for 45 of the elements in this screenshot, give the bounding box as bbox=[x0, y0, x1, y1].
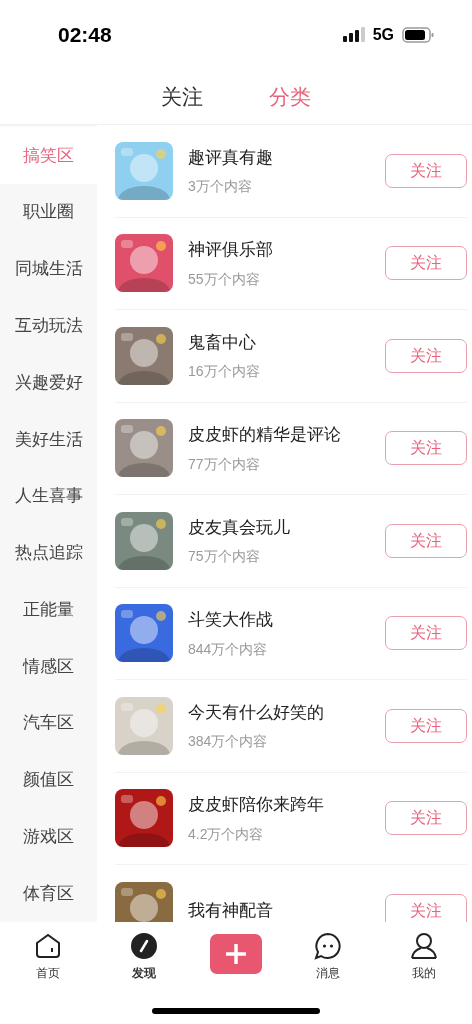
topic-name: 鬼畜中心 bbox=[188, 331, 257, 354]
topic-name: 皮皮虾的精华是评论 bbox=[188, 424, 342, 446]
sidebar-item[interactable]: 互动玩法 bbox=[0, 297, 97, 355]
compass-icon bbox=[130, 932, 158, 960]
content-count: 75万个内容 bbox=[188, 547, 261, 566]
sidebar-item[interactable]: 情感区 bbox=[0, 638, 97, 695]
topic-name: 神评俱乐部 bbox=[188, 239, 274, 261]
topic-name: 皮友真会玩儿 bbox=[188, 516, 291, 539]
clock: 02:48 bbox=[58, 22, 112, 49]
message-icon bbox=[314, 932, 342, 960]
topic-name: 今天有什么好笑的 bbox=[188, 701, 325, 724]
sidebar-item[interactable]: 美好生活 bbox=[0, 410, 97, 468]
topic-name: 我有神配音 bbox=[188, 900, 274, 922]
sidebar-item[interactable]: 人生喜事 bbox=[0, 467, 97, 525]
content-count: 77万个内容 bbox=[188, 454, 261, 474]
add-button[interactable] bbox=[210, 934, 262, 974]
sidebar-item[interactable]: 游戏区 bbox=[0, 808, 97, 866]
battery-icon bbox=[402, 27, 434, 43]
sidebar-item[interactable]: 颜值区 bbox=[0, 751, 97, 809]
home-icon bbox=[34, 932, 62, 960]
sidebar-item[interactable]: 正能量 bbox=[0, 581, 97, 639]
profile-icon bbox=[410, 932, 438, 960]
content-count: 384万个内容 bbox=[188, 732, 269, 751]
content-count: 4.2万个内容 bbox=[188, 824, 265, 844]
content-count: 3万个内容 bbox=[188, 177, 253, 196]
plus-icon bbox=[226, 944, 246, 964]
topic-name: 皮皮虾陪你来跨年 bbox=[188, 794, 325, 816]
sidebar-item[interactable]: 同城生活 bbox=[0, 240, 97, 298]
sidebar-item[interactable]: 兴趣爱好 bbox=[0, 354, 97, 411]
topic-name: 斗笑大作战 bbox=[188, 609, 274, 631]
nav-tab[interactable]: 发现 bbox=[114, 932, 174, 982]
tab[interactable]: 关注 bbox=[161, 81, 203, 113]
nav-tab[interactable]: 首页 bbox=[18, 932, 78, 982]
nav-tab[interactable]: 我的 bbox=[394, 932, 454, 982]
sidebar-item[interactable]: 职业圈 bbox=[0, 183, 97, 241]
topic-name: 趣评真有趣 bbox=[188, 146, 274, 169]
content-count: 55万个内容 bbox=[188, 269, 261, 289]
network-label: 5G bbox=[372, 25, 394, 45]
content-count: 844万个内容 bbox=[188, 639, 269, 659]
sidebar-item[interactable]: 热点追踪 bbox=[0, 524, 97, 582]
sidebar-item[interactable]: 汽车区 bbox=[0, 694, 97, 752]
signal-icon bbox=[342, 27, 365, 43]
nav-tab[interactable]: 消息 bbox=[298, 932, 358, 982]
sidebar-item[interactable]: 体育区 bbox=[0, 865, 97, 922]
content-count: 16万个内容 bbox=[188, 362, 261, 381]
